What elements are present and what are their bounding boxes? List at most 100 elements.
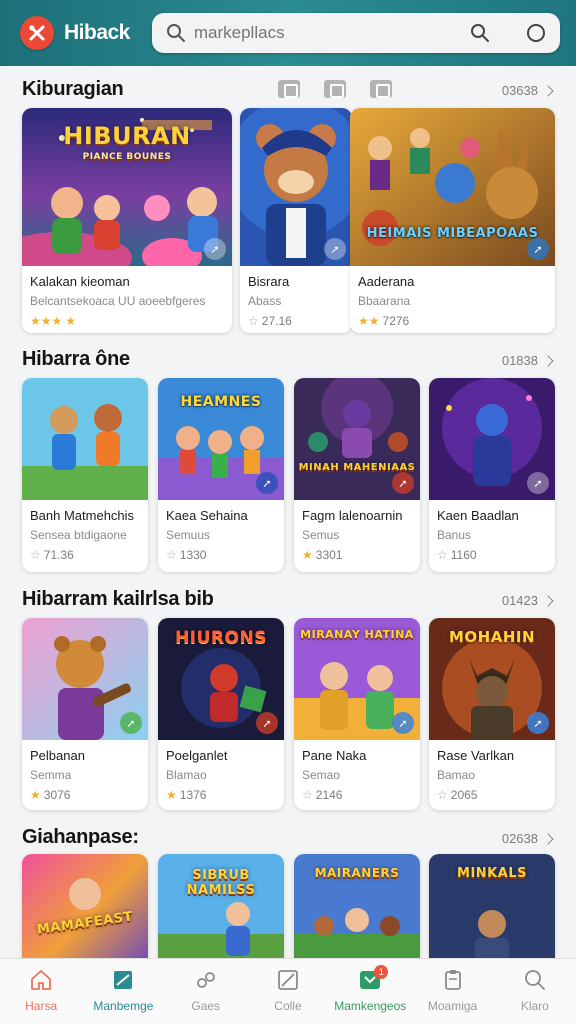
filter-icon[interactable] bbox=[370, 80, 392, 98]
share-icon[interactable]: ➚ bbox=[324, 238, 346, 260]
game-thumbnail bbox=[22, 378, 148, 500]
star-icon: ☆ bbox=[437, 788, 448, 802]
game-card[interactable]: ➚ Pelbanan Semma ★ 3076 bbox=[22, 618, 148, 810]
game-name: Bisrara bbox=[248, 274, 290, 289]
see-all-link[interactable]: 02638 bbox=[502, 831, 554, 846]
nav-label: Colle bbox=[274, 999, 302, 1013]
section-header: Giahanpase: 02638 bbox=[0, 818, 576, 858]
app-logo[interactable] bbox=[20, 16, 54, 50]
section-giahanpase: Giahanpase: 02638 MAMAFEAST SIBRUB NAMIL… bbox=[0, 818, 576, 958]
star-icon: ★★ bbox=[358, 314, 380, 328]
star-icon: ☆ bbox=[437, 548, 448, 562]
game-name: Pane Naka bbox=[302, 748, 367, 763]
section-count: 01838 bbox=[501, 353, 538, 368]
see-all-link[interactable]: 03638 bbox=[502, 83, 554, 98]
game-card[interactable]: MAIRANERS bbox=[294, 854, 420, 958]
share-icon[interactable]: ➚ bbox=[120, 712, 142, 734]
chevron-right-icon bbox=[542, 84, 554, 97]
filter-icon[interactable] bbox=[324, 80, 346, 98]
nav-label: Mamkengeos bbox=[334, 999, 407, 1013]
nav-label: Gaes bbox=[191, 999, 221, 1013]
rating-value: 27.16 bbox=[261, 314, 292, 328]
game-artwork bbox=[22, 854, 148, 958]
game-description: Bbaarana bbox=[358, 294, 411, 308]
section-hibarram: Hibarram kailrlsa bib 01423 ➚ Pelbanan S… bbox=[0, 580, 576, 820]
game-name: Kaen Baadlan bbox=[437, 508, 519, 523]
game-card[interactable]: SIBRUB NAMILSS bbox=[158, 854, 284, 958]
game-card[interactable]: Banh Matmehchis Sensea btdigaone ☆ 71.36 bbox=[22, 378, 148, 572]
share-icon[interactable]: ➚ bbox=[527, 472, 549, 494]
thumbnail-title: HIURONS bbox=[175, 628, 267, 648]
game-description: Semus bbox=[302, 528, 340, 542]
game-card[interactable]: MAMAFEAST bbox=[22, 854, 148, 958]
rating-value: 2065 bbox=[450, 788, 478, 802]
share-icon[interactable]: ➚ bbox=[204, 238, 226, 260]
game-card[interactable]: MINKALS bbox=[429, 854, 555, 958]
see-all-link[interactable]: 01838 bbox=[501, 353, 554, 368]
nav-item-home[interactable]: Harsa bbox=[0, 959, 82, 1024]
game-artwork bbox=[350, 108, 555, 266]
game-name: Fagm lalenoarnin bbox=[302, 508, 403, 523]
wrench-cross-icon bbox=[29, 25, 45, 41]
main-content: Kiburagian 03638 HIBURAN PIANCE BOUNES ➚… bbox=[0, 66, 576, 958]
star-icon: ☆ bbox=[302, 788, 313, 802]
game-card[interactable]: ➚ Bisrara Abass ☆ 27.16 bbox=[240, 108, 352, 333]
thumbnail-title: HIBURAN bbox=[63, 122, 191, 150]
search-input[interactable] bbox=[193, 23, 454, 43]
search-icon bbox=[166, 24, 185, 42]
game-description: Bamao bbox=[437, 768, 476, 782]
game-card[interactable]: MINAH MAHENIAAS ➚ Fagm lalenoarnin Semus… bbox=[294, 378, 420, 572]
game-card[interactable]: HEIMAIS MIBEAPOAAS ➚ Aaderana Bbaarana ★… bbox=[350, 108, 555, 333]
section-count: 01423 bbox=[501, 593, 538, 608]
filter-icon[interactable] bbox=[278, 80, 300, 98]
game-card[interactable]: MOHAHIN ➚ Rase Varlkan Bamao ☆ 2065 bbox=[429, 618, 555, 810]
search-button[interactable] bbox=[468, 21, 492, 45]
share-icon[interactable]: ➚ bbox=[256, 712, 278, 734]
nav-item-shop[interactable]: 1 Mamkengeos bbox=[329, 959, 411, 1024]
game-name: Pelbanan bbox=[30, 748, 85, 763]
game-thumbnail: SIBRUB NAMILSS bbox=[158, 854, 284, 958]
game-artwork bbox=[22, 378, 148, 500]
section-header: Hibarram kailrlsa bib 01423 bbox=[0, 580, 576, 620]
nav-item-clipboard[interactable]: Moamiga bbox=[411, 959, 493, 1024]
market-icon bbox=[114, 971, 133, 989]
card-info: Bisrara Abass ☆ 27.16 bbox=[240, 266, 352, 328]
game-thumbnail: HIBURAN PIANCE BOUNES ➚ bbox=[22, 108, 232, 266]
app-name: Hiback bbox=[64, 21, 130, 44]
thumbnail-title: MIRANAY HATINA bbox=[300, 628, 414, 641]
account-button[interactable] bbox=[524, 21, 548, 45]
card-info: Pelbanan Semma ★ 3076 bbox=[22, 740, 148, 802]
game-rating: ☆ 71.36 bbox=[30, 548, 140, 562]
section-title: Hibarram kailrlsa bib bbox=[22, 588, 214, 610]
game-card[interactable]: HIURONS ➚ Poelganlet Blamao ★ 1376 bbox=[158, 618, 284, 810]
nav-item-search[interactable]: Klaro bbox=[494, 959, 576, 1024]
share-icon[interactable]: ➚ bbox=[527, 238, 549, 260]
share-icon[interactable]: ➚ bbox=[392, 712, 414, 734]
game-rating: ★★ 7276 bbox=[358, 314, 547, 328]
share-icon[interactable]: ➚ bbox=[256, 472, 278, 494]
rating-value: 3076 bbox=[43, 788, 71, 802]
game-card[interactable]: HEAMNES ➚ Kaea Sehaina Semuus ☆ 1330 bbox=[158, 378, 284, 572]
rating-value: 3301 bbox=[315, 548, 343, 562]
circle-icon bbox=[526, 24, 545, 42]
game-description: Semao bbox=[302, 768, 341, 782]
game-description: Semuus bbox=[166, 528, 211, 542]
card-info: Kalakan kieoman Belcantsekoaca UU aoeebf… bbox=[22, 266, 232, 328]
notification-badge: 1 bbox=[374, 965, 389, 979]
section-header: Kiburagian 03638 bbox=[0, 70, 576, 110]
search-bar[interactable] bbox=[151, 13, 560, 53]
game-description: Semma bbox=[30, 768, 72, 782]
game-card[interactable]: HIBURAN PIANCE BOUNES ➚ Kalakan kieoman … bbox=[22, 108, 232, 333]
nav-item-market[interactable]: Manbemge bbox=[82, 959, 164, 1024]
rating-value: 71.36 bbox=[43, 548, 74, 562]
share-icon[interactable]: ➚ bbox=[527, 712, 549, 734]
share-icon[interactable]: ➚ bbox=[392, 472, 414, 494]
game-name: Kaea Sehaina bbox=[166, 508, 248, 523]
see-all-link[interactable]: 01423 bbox=[501, 593, 554, 608]
nav-item-games[interactable]: Gaes bbox=[165, 959, 247, 1024]
nav-item-collection[interactable]: Colle bbox=[247, 959, 329, 1024]
game-rating: ☆ 2146 bbox=[302, 788, 412, 802]
game-card[interactable]: ➚ Kaen Baadlan Banus ☆ 1160 bbox=[429, 378, 555, 572]
card-info: Rase Varlkan Bamao ☆ 2065 bbox=[429, 740, 555, 802]
game-card[interactable]: MIRANAY HATINA ➚ Pane Naka Semao ☆ 2146 bbox=[294, 618, 420, 810]
